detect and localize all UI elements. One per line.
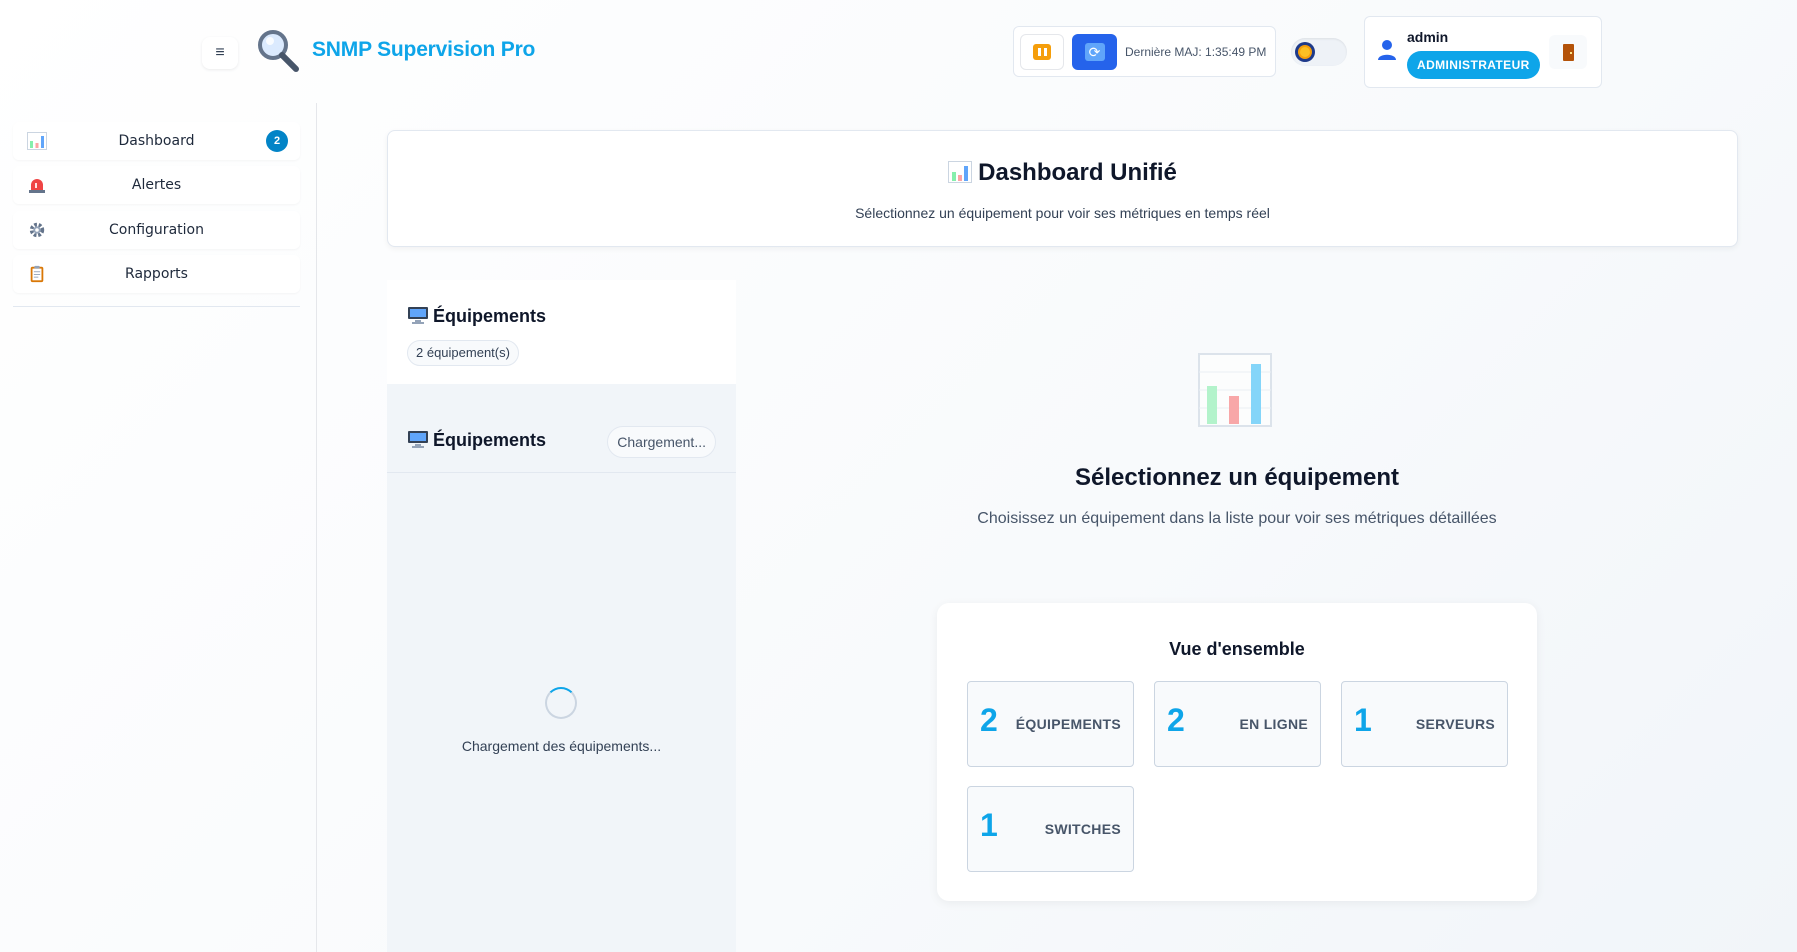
pause-icon <box>1033 43 1051 60</box>
overview-title: Vue d'ensemble <box>1169 639 1305 659</box>
pause-button[interactable] <box>1020 33 1064 70</box>
notification-badge: 2 <box>266 130 288 152</box>
loading-spinner <box>545 687 577 719</box>
sidebar: Dashboard 2 Alertes Configuration Rappor… <box>0 103 317 952</box>
logout-button[interactable] <box>1549 35 1587 69</box>
menu-toggle-button[interactable]: ≡ <box>202 37 238 69</box>
stat-label: SERVEURS <box>1415 716 1495 732</box>
equipment-panel-header: Équipements 2 équipement(s) <box>387 280 736 384</box>
page-title: Dashboard Unifié <box>388 159 1737 187</box>
equipment-panel: Équipements 2 équipement(s) Équipements … <box>387 280 736 952</box>
door-icon <box>1562 43 1574 61</box>
equipment-list-header: Équipements Chargement... <box>387 384 736 473</box>
sidebar-item-configuration[interactable]: Configuration <box>13 211 300 249</box>
loading-text: Chargement des équipements... <box>461 738 662 754</box>
stat-label: EN LIGNE <box>1239 716 1308 732</box>
sidebar-item-dashboard[interactable]: Dashboard 2 <box>13 122 300 160</box>
monitor-icon <box>408 431 428 448</box>
stat-value: 1 <box>980 807 998 843</box>
sidebar-item-rapports[interactable]: Rapports <box>13 255 300 293</box>
dashboard-header-card: Dashboard Unifié Sélectionnez un équipem… <box>387 130 1738 247</box>
stat-card-serveurs[interactable]: 1 SERVEURS <box>1341 681 1508 767</box>
role-badge: ADMINISTRATEUR <box>1407 51 1540 79</box>
sidebar-item-label: Rapports <box>125 266 188 282</box>
sidebar-item-label: Alertes <box>131 177 182 193</box>
app-title: SNMP Supervision Pro <box>312 38 536 61</box>
empty-state-title: Sélectionnez un équipement <box>1074 464 1400 491</box>
theme-toggle[interactable] <box>1291 38 1347 66</box>
hamburger-icon: ≡ <box>215 44 225 61</box>
equipment-count-badge: 2 équipement(s) <box>407 340 519 366</box>
bar-chart-icon <box>1198 353 1272 427</box>
stat-value: 1 <box>1354 702 1372 738</box>
page-subtitle: Sélectionnez un équipement pour voir ses… <box>855 205 1270 221</box>
user-icon <box>1378 40 1396 60</box>
user-panel: admin ADMINISTRATEUR <box>1364 16 1602 88</box>
equipment-title-text: Équipements <box>433 306 547 326</box>
equipment-title: Équipements <box>407 306 546 327</box>
stat-label: ÉQUIPEMENTS <box>1015 716 1121 732</box>
user-name: admin <box>1407 29 1449 45</box>
magnifier-icon <box>258 30 299 72</box>
sidebar-item-alertes[interactable]: Alertes <box>13 166 300 204</box>
sidebar-item-label: Dashboard <box>118 133 195 149</box>
equipment-list-title-text: Équipements <box>433 430 547 450</box>
stat-card-equipements[interactable]: 2 ÉQUIPEMENTS <box>967 681 1134 767</box>
stat-label: SWITCHES <box>1044 821 1121 837</box>
sidebar-item-label: Configuration <box>109 222 204 238</box>
stat-card-en-ligne[interactable]: 2 EN LIGNE <box>1154 681 1321 767</box>
app-header: ≡ SNMP Supervision Pro ⟳ Dernière MAJ: 1… <box>0 0 1797 103</box>
stat-value: 2 <box>1167 702 1185 738</box>
page-title-text: Dashboard Unifié <box>978 159 1177 186</box>
empty-state-subtitle: Choisissez un équipement dans la liste p… <box>977 510 1497 527</box>
last-update-text: Dernière MAJ: 1:35:49 PM <box>1125 44 1267 59</box>
equipment-list-title: Équipements <box>407 430 546 451</box>
overview-card: Vue d'ensemble 2 ÉQUIPEMENTS 2 EN LIGNE … <box>937 603 1537 901</box>
loading-status-pill: Chargement... <box>607 426 716 458</box>
sidebar-divider <box>13 306 300 307</box>
sun-icon <box>1295 42 1315 62</box>
sync-icon: ⟳ <box>1084 42 1105 61</box>
monitor-icon <box>408 307 428 324</box>
bar-chart-icon <box>948 161 973 183</box>
stat-value: 2 <box>980 702 998 738</box>
refresh-button[interactable]: ⟳ <box>1072 33 1117 70</box>
stat-card-switches[interactable]: 1 SWITCHES <box>967 786 1134 872</box>
refresh-controls: ⟳ Dernière MAJ: 1:35:49 PM <box>1013 26 1276 77</box>
metrics-empty-state: Sélectionnez un équipement Choisissez un… <box>736 280 1738 952</box>
